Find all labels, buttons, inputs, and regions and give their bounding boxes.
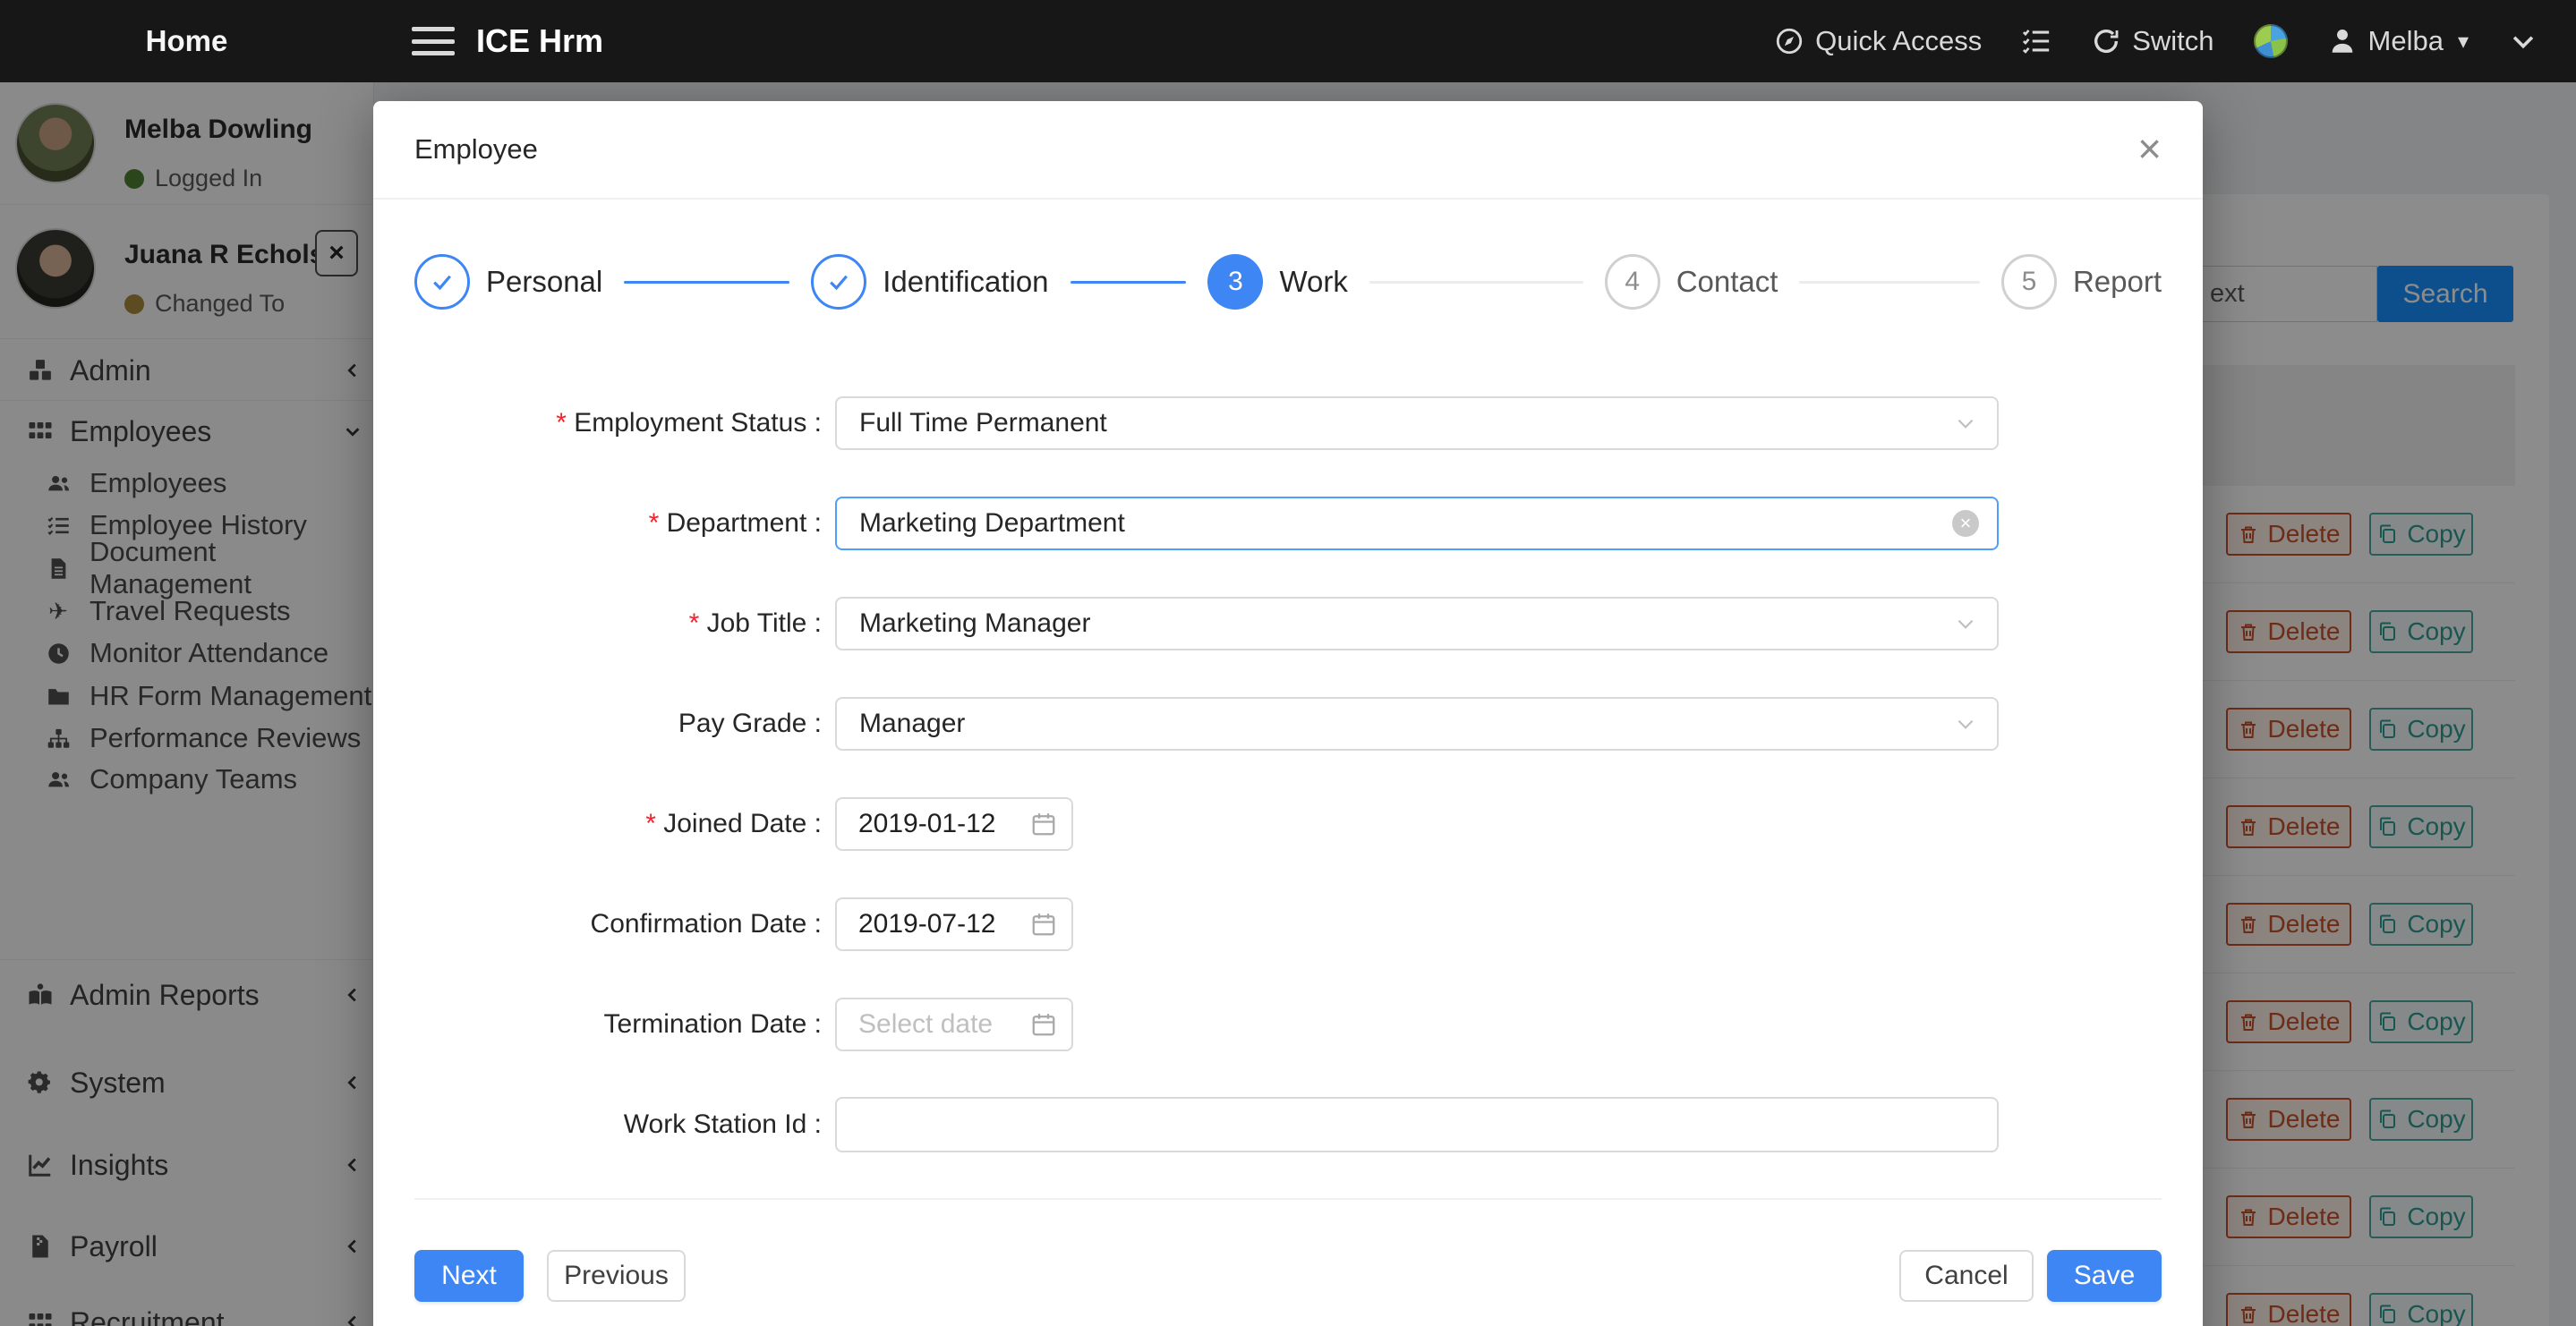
sync-icon	[2091, 26, 2121, 56]
quick-access-button[interactable]: Quick Access	[1774, 25, 1982, 57]
confirmation-date-picker[interactable]: 2019-07-12	[835, 897, 1073, 951]
step-connector	[624, 281, 789, 284]
form-row-job-title: Job Title Marketing Manager	[414, 597, 2162, 650]
top-bar: Home ICE Hrm Quick Access Switch	[0, 0, 2576, 82]
compass-icon	[1774, 26, 1804, 56]
collapse-topbar-button[interactable]	[2508, 26, 2538, 56]
joined-date-picker[interactable]: 2019-01-12	[835, 797, 1073, 851]
step-connector	[1799, 281, 1980, 284]
save-button[interactable]: Save	[2047, 1250, 2162, 1302]
form-row-pay-grade: Pay Grade Manager	[414, 697, 2162, 751]
calendar-icon	[1030, 911, 1057, 938]
field-label: Joined Date	[414, 809, 835, 839]
language-button[interactable]	[2254, 24, 2288, 58]
select-value: Marketing Manager	[859, 608, 1090, 639]
form-row-joined-date: Joined Date 2019-01-12	[414, 797, 2162, 851]
wizard-steps: Personal Identification 3 Work 4 Contact	[373, 201, 2203, 362]
field-label: Work Station Id	[414, 1109, 835, 1140]
modal-header: Employee ×	[373, 101, 2203, 200]
field-label: Department	[414, 508, 835, 539]
user-icon	[2327, 26, 2358, 56]
step-identification[interactable]: Identification	[811, 254, 1207, 310]
job-title-select[interactable]: Marketing Manager	[835, 597, 1999, 650]
chevron-down-icon	[1954, 712, 1977, 735]
step-report[interactable]: 5 Report	[2001, 254, 2162, 310]
user-menu[interactable]: Melba ▾	[2327, 25, 2469, 57]
switch-button[interactable]: Switch	[2091, 25, 2213, 57]
caret-down-icon: ▾	[2458, 29, 2469, 55]
modal-footer: Next Previous Cancel Save	[373, 1200, 2203, 1302]
field-label: Job Title	[414, 608, 835, 639]
calendar-icon	[1030, 1011, 1057, 1038]
date-placeholder: Select date	[858, 1009, 993, 1040]
cancel-button[interactable]: Cancel	[1899, 1250, 2034, 1302]
step-personal[interactable]: Personal	[414, 254, 811, 310]
chevron-down-icon	[1954, 612, 1977, 635]
checklist-icon	[2021, 26, 2051, 56]
next-button[interactable]: Next	[414, 1250, 524, 1302]
chevron-down-icon	[2508, 26, 2538, 56]
modal-title: Employee	[414, 133, 538, 166]
department-select[interactable]: Marketing Department ×	[835, 497, 1999, 550]
globe-icon	[2254, 24, 2288, 58]
select-value: Full Time Permanent	[859, 408, 1107, 438]
hamburger-menu-icon[interactable]	[412, 23, 455, 59]
check-icon	[414, 254, 470, 310]
home-link[interactable]: Home	[0, 0, 373, 82]
form-row-work-station-id: Work Station Id	[414, 1098, 2162, 1152]
topbar-actions: Quick Access Switch Melba	[1774, 0, 2538, 82]
previous-button[interactable]: Previous	[547, 1250, 686, 1302]
work-form: Employment Status Full Time Permanent De…	[373, 362, 2203, 1152]
date-value: 2019-01-12	[858, 809, 995, 839]
step-connector	[1070, 281, 1187, 284]
close-icon[interactable]: ×	[2130, 121, 2169, 176]
field-label: Termination Date	[414, 1009, 835, 1040]
termination-date-picker[interactable]: Select date	[835, 998, 1073, 1051]
date-value: 2019-07-12	[858, 909, 995, 939]
app-root: Home ICE Hrm Quick Access Switch	[0, 0, 2576, 1326]
check-icon	[811, 254, 866, 310]
work-station-id-input[interactable]	[835, 1097, 1999, 1152]
calendar-icon	[1030, 811, 1057, 837]
employee-modal: Employee × Personal Identification 3 Wor	[373, 101, 2203, 1326]
step-number: 3	[1207, 254, 1263, 310]
step-connector	[1369, 281, 1583, 284]
app-title: ICE Hrm	[476, 0, 603, 82]
clear-icon[interactable]: ×	[1952, 510, 1979, 537]
tasks-button[interactable]	[2021, 26, 2051, 56]
form-row-termination-date: Termination Date Select date	[414, 998, 2162, 1051]
field-label: Confirmation Date	[414, 909, 835, 939]
pay-grade-select[interactable]: Manager	[835, 697, 1999, 751]
form-row-employment-status: Employment Status Full Time Permanent	[414, 396, 2162, 450]
footer-right-buttons: Cancel Save	[1899, 1250, 2162, 1302]
user-name: Melba	[2368, 25, 2444, 57]
employment-status-select[interactable]: Full Time Permanent	[835, 396, 1999, 450]
chevron-down-icon	[1954, 412, 1977, 435]
form-row-confirmation-date: Confirmation Date 2019-07-12	[414, 897, 2162, 951]
step-number: 5	[2001, 254, 2057, 310]
select-value: Manager	[859, 709, 965, 739]
footer-left-buttons: Next Previous	[414, 1250, 686, 1302]
quick-access-label: Quick Access	[1815, 25, 1982, 57]
field-label: Pay Grade	[414, 709, 835, 739]
switch-label: Switch	[2132, 25, 2213, 57]
step-work[interactable]: 3 Work	[1207, 254, 1604, 310]
step-number: 4	[1605, 254, 1660, 310]
select-value: Marketing Department	[859, 508, 1125, 539]
field-label: Employment Status	[414, 408, 835, 438]
step-contact[interactable]: 4 Contact	[1605, 254, 2001, 310]
form-row-department: Department Marketing Department ×	[414, 497, 2162, 550]
